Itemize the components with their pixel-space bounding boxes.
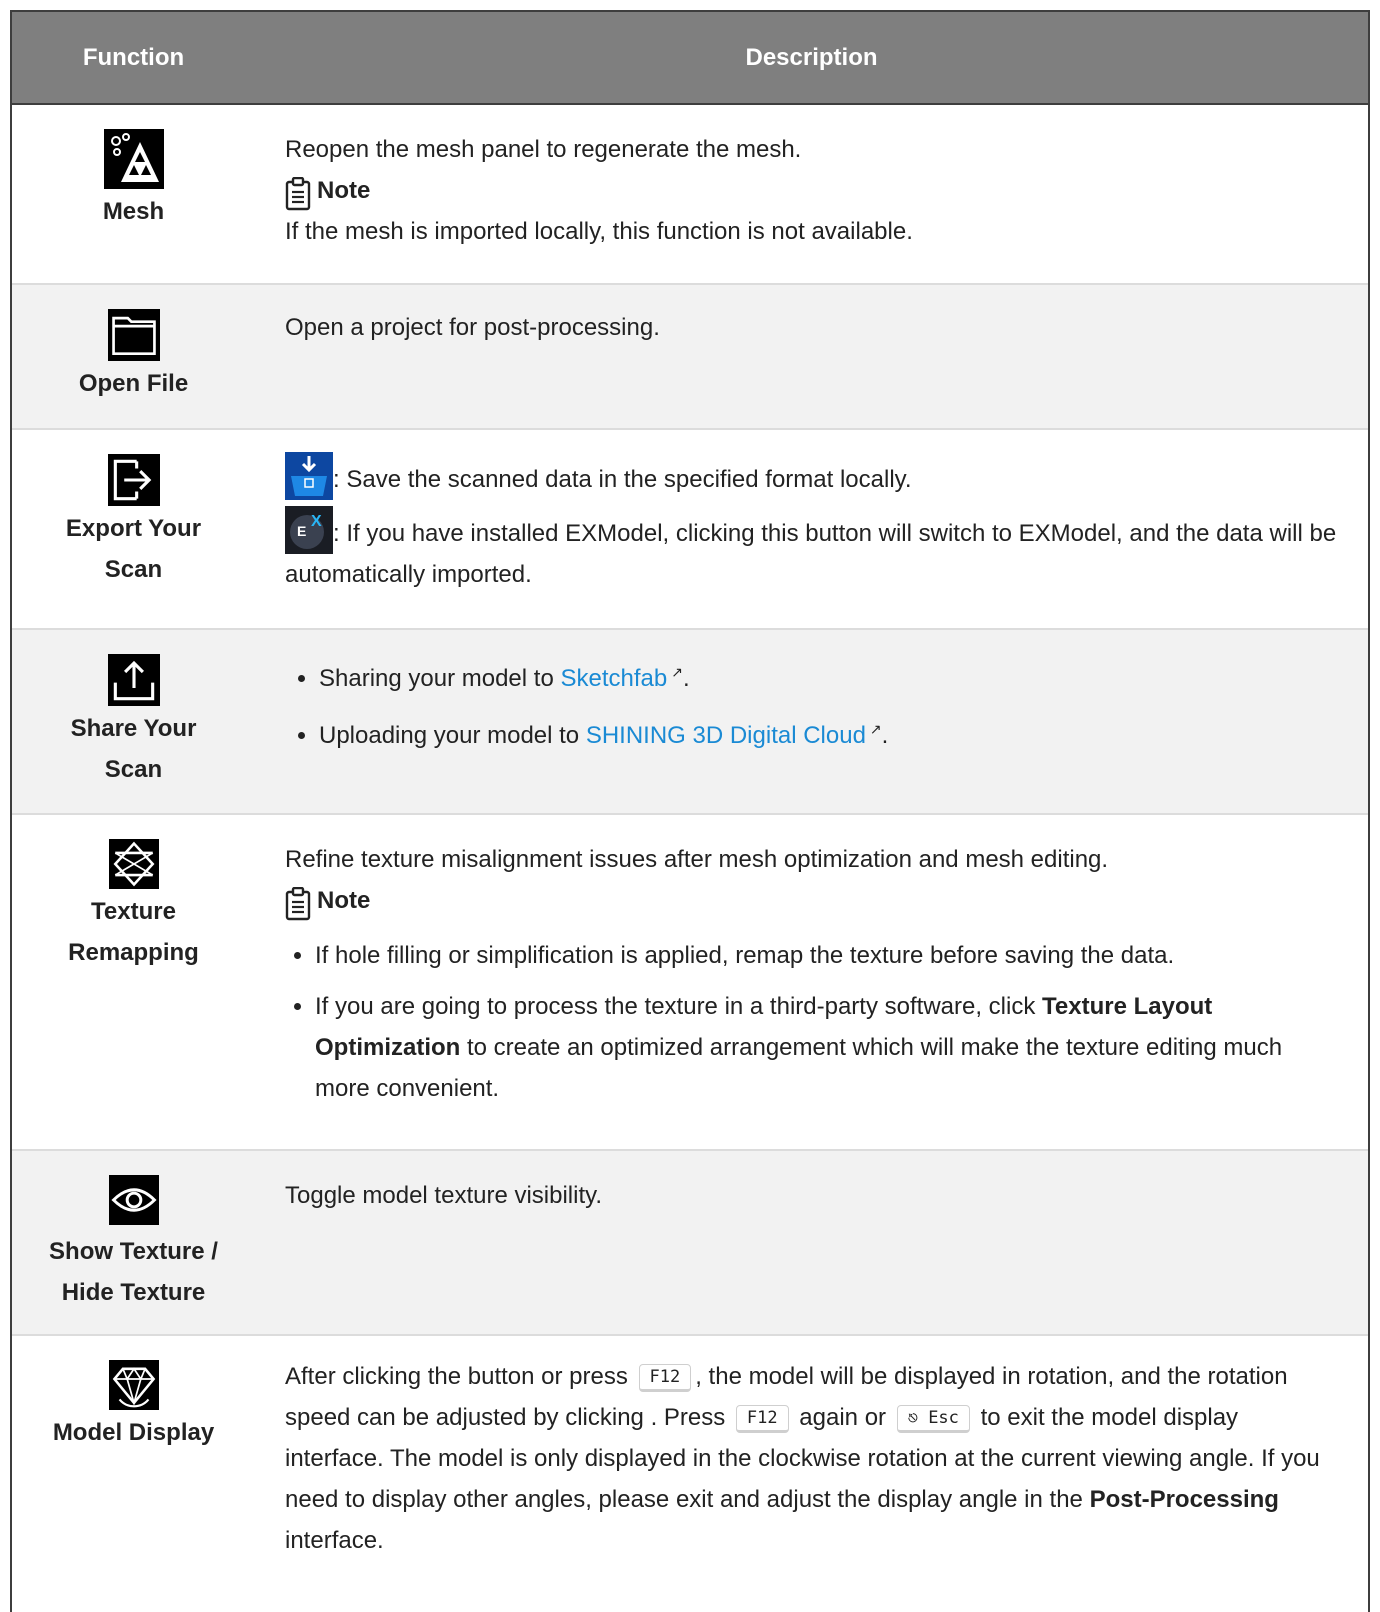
header-description: Description (745, 43, 878, 71)
description-cell: : Save the scanned data in the specified… (255, 430, 1368, 628)
svg-text:X: X (311, 513, 322, 530)
table-row: Open File Open a project for post-proces… (12, 285, 1368, 430)
description-cell: Reopen the mesh panel to regenerate the … (255, 105, 1368, 283)
list-item: If hole filling or simplification is app… (315, 935, 1338, 976)
export-local-text: : Save the scanned data in the specified… (333, 466, 912, 493)
exmodel-icon[interactable]: E X (285, 506, 333, 554)
note-label: Note (317, 887, 371, 914)
name-line: Hide Texture (61, 1279, 206, 1306)
function-cell: Open File (12, 285, 255, 428)
desc-part: again or (792, 1404, 893, 1431)
table-row: Mesh Reopen the mesh panel to regenerate… (12, 105, 1368, 285)
list-item: If you are going to process the texture … (315, 986, 1338, 1109)
share-text: Sharing your model to (319, 665, 561, 692)
description-text: Toggle model texture visibility. (285, 1182, 603, 1209)
header-function: Function (82, 43, 185, 71)
name-line: Scan (104, 756, 163, 783)
digital-cloud-link[interactable]: SHINING 3D Digital Cloud (586, 722, 866, 749)
export-exmodel-text: : If you have installed EXModel, clickin… (285, 520, 1337, 588)
esc-key: ⎋ Esc (896, 1404, 970, 1433)
function-cell: Mesh (12, 105, 255, 283)
svg-text:E: E (297, 523, 306, 539)
description-cell: Open a project for post-processing. (255, 285, 1368, 428)
table-header: Function Description (12, 12, 1368, 105)
name-line: Show Texture / (49, 1238, 218, 1265)
description-text: Reopen the mesh panel to regenerate the … (285, 136, 802, 163)
texture-remap-icon[interactable] (108, 839, 159, 889)
desc-part: After clicking the button or press (285, 1363, 635, 1390)
name-line: Texture (91, 898, 176, 925)
export-icon[interactable] (107, 454, 160, 506)
description-cell: Toggle model texture visibility. (255, 1151, 1368, 1334)
function-cell: Show Texture / Hide Texture (12, 1151, 255, 1334)
diamond-rotate-icon[interactable] (108, 1360, 159, 1410)
note-text-end: to create an optimized arrangement which… (315, 1034, 1283, 1102)
function-name: Model Display (52, 1419, 215, 1446)
sketchfab-link[interactable]: Sketchfab (560, 665, 667, 692)
table-row: Share Your Scan Sharing your model to Sk… (12, 630, 1368, 815)
note-heading: Note (285, 170, 1338, 211)
eye-icon[interactable] (108, 1175, 159, 1225)
function-name: Mesh (102, 198, 165, 225)
name-line: Remapping (68, 939, 199, 966)
list-item: Uploading your model to SHINING 3D Digit… (319, 709, 1338, 756)
ui-term: Post-Processing (1089, 1486, 1279, 1513)
note-text: If the mesh is imported locally, this fu… (285, 218, 913, 245)
model-display-text: After clicking the button or press F12, … (285, 1356, 1338, 1561)
note-list: If hole filling or simplification is app… (285, 935, 1338, 1109)
function-cell: Export Your Scan (12, 430, 255, 628)
name-line: Share Your (70, 715, 197, 742)
function-name: Open File (78, 370, 189, 397)
note-heading: Note (285, 880, 1338, 921)
desc-part: interface. (285, 1527, 384, 1554)
name-line: Export Your (65, 515, 202, 542)
external-link-icon: ↗ (671, 664, 683, 680)
clipboard-icon (285, 887, 311, 921)
table-row: Export Your Scan : Save the scanned data… (12, 430, 1368, 630)
share-text: Uploading your model to (319, 722, 586, 749)
name-line: Scan (104, 556, 163, 583)
description-cell: After clicking the button or press F12, … (255, 1336, 1368, 1612)
f12-key: F12 (638, 1363, 692, 1392)
function-name: Texture Remapping (68, 891, 199, 973)
clipboard-icon (285, 177, 311, 211)
function-table: Function Description Mesh Reopen the mes… (10, 10, 1370, 1612)
export-exmodel-line: E X : If you have installed EXModel, cli… (285, 506, 1338, 595)
description-cell: Sharing your model to Sketchfab↗. Upload… (255, 630, 1368, 813)
function-cell: Share Your Scan (12, 630, 255, 813)
table-row: Show Texture / Hide Texture Toggle model… (12, 1151, 1368, 1336)
function-cell: Model Display (12, 1336, 255, 1612)
note-text: If you are going to process the texture … (315, 993, 1043, 1020)
save-local-icon[interactable] (285, 452, 333, 500)
function-name: Share Your Scan (71, 708, 197, 790)
description-cell: Refine texture misalignment issues after… (255, 815, 1368, 1149)
list-item: Sharing your model to Sketchfab↗. (319, 652, 1338, 699)
table-row: Model Display After clicking the button … (12, 1336, 1368, 1612)
mesh-icon[interactable] (103, 129, 164, 189)
f12-key: F12 (735, 1404, 789, 1433)
function-name: Export Your Scan (66, 508, 201, 590)
note-label: Note (317, 177, 371, 204)
share-text-end: . (682, 665, 690, 692)
share-text-end: . (881, 722, 889, 749)
description-text: Open a project for post-processing. (285, 314, 660, 341)
table-row: Texture Remapping Refine texture misalig… (12, 815, 1368, 1151)
function-cell: Texture Remapping (12, 815, 255, 1149)
description-text: Refine texture misalignment issues after… (285, 846, 1109, 873)
external-link-icon: ↗ (869, 721, 882, 737)
function-name: Show Texture / Hide Texture (49, 1231, 218, 1313)
export-local-line: : Save the scanned data in the specified… (285, 452, 1338, 500)
share-list: Sharing your model to Sketchfab↗. Upload… (285, 652, 1338, 756)
folder-icon[interactable] (107, 309, 160, 361)
share-icon[interactable] (107, 654, 160, 706)
